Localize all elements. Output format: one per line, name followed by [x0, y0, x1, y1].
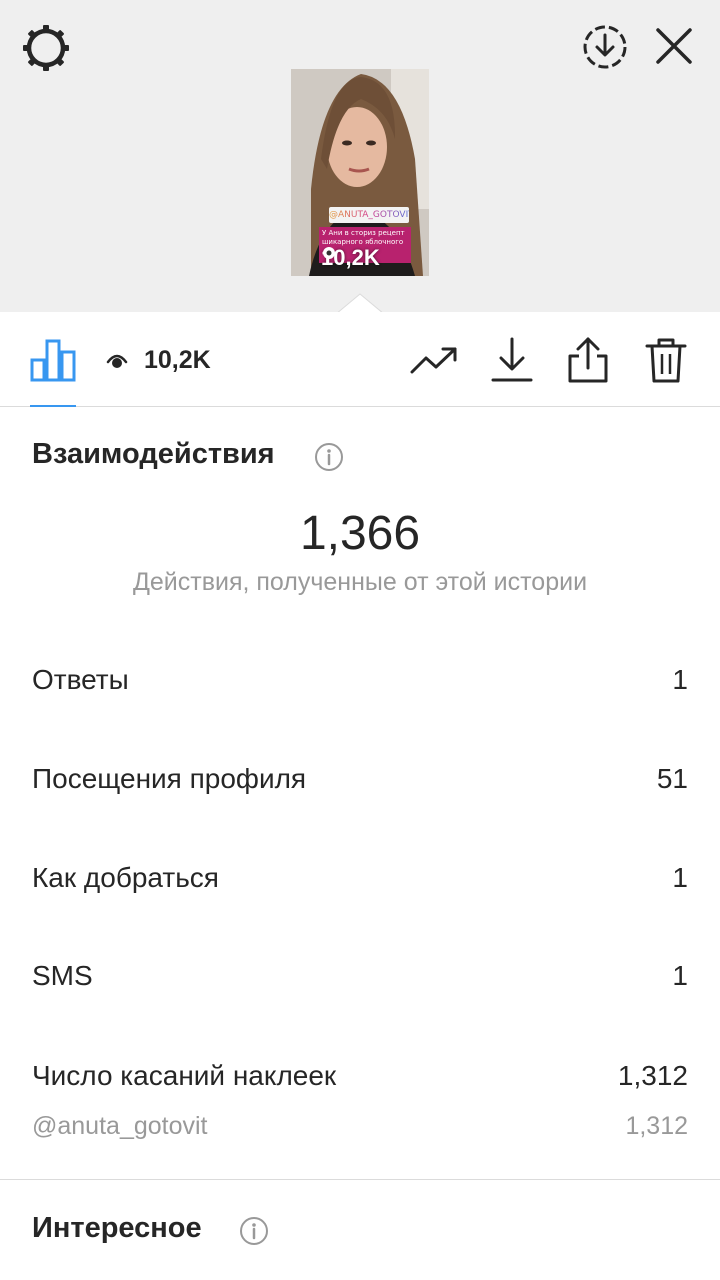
- info-icon: [315, 443, 343, 471]
- delete-button[interactable]: [640, 334, 692, 386]
- tab-insights[interactable]: [30, 338, 76, 382]
- eye-icon: [323, 247, 335, 259]
- metric-subrow-mention: @anuta_gotovit 1,312: [32, 1112, 688, 1141]
- discovery-title: Интересное: [32, 1212, 202, 1244]
- interactions-info-button[interactable]: [314, 442, 344, 472]
- metric-sub-value: 1,312: [625, 1112, 688, 1140]
- metric-value: 1: [672, 960, 688, 991]
- share-button[interactable]: [562, 334, 614, 386]
- metric-value: 1: [672, 862, 688, 893]
- story-thumbnail[interactable]: @ANUTA_GOTOVIT У Ани в сториз рецепт шик…: [291, 69, 429, 276]
- metric-row-profile-visits: Посещения профиля 51: [32, 763, 688, 795]
- metric-label: SMS: [32, 960, 93, 991]
- eye-icon: [106, 354, 128, 368]
- close-button[interactable]: [648, 20, 700, 72]
- trash-icon: [645, 338, 687, 383]
- download-icon: [491, 337, 533, 382]
- gear-icon: [23, 25, 69, 71]
- metric-row-sms: SMS 1: [32, 960, 688, 992]
- settings-button[interactable]: [18, 20, 74, 76]
- metric-label: Как добраться: [32, 862, 219, 893]
- metric-value: 1,312: [617, 1060, 688, 1091]
- trending-icon: [410, 347, 457, 374]
- metric-value: 51: [656, 763, 688, 794]
- metric-row-directions: Как добраться 1: [32, 862, 688, 894]
- share-icon: [568, 337, 608, 383]
- promote-button[interactable]: [408, 334, 460, 386]
- mention-sticker: @ANUTA_GOTOVIT: [329, 207, 414, 223]
- info-icon: [240, 1217, 268, 1245]
- metric-sub-label: @anuta_gotovit: [32, 1112, 208, 1140]
- active-tab-indicator: [30, 405, 76, 407]
- close-icon: [656, 28, 692, 64]
- download-button[interactable]: [486, 334, 538, 386]
- metric-label: Число касаний наклеек: [32, 1060, 337, 1091]
- bar-chart-icon: [30, 339, 76, 382]
- story-preview-area: @ANUTA_GOTOVIT У Ани в сториз рецепт шик…: [0, 0, 720, 312]
- discovery-info-button[interactable]: [239, 1216, 269, 1246]
- interactions-total-label: Действия, полученные от этой истории: [132, 568, 588, 596]
- metric-row-sticker-taps: Число касаний наклеек 1,312: [32, 1060, 688, 1092]
- views-count: 10,2K: [144, 346, 211, 374]
- story-views-overlay: 10,2K: [321, 245, 380, 271]
- metric-label: Ответы: [32, 664, 129, 695]
- views-summary: 10,2K: [106, 346, 211, 375]
- interactions-title: Взаимодействия: [32, 438, 275, 470]
- section-divider: [0, 1179, 720, 1180]
- metric-label: Посещения профиля: [32, 763, 307, 794]
- metric-value: 1: [672, 664, 688, 695]
- interactions-total: 1,366: [299, 507, 421, 560]
- metric-row-replies: Ответы 1: [32, 664, 688, 696]
- save-circle-icon: [583, 25, 627, 69]
- insights-toolbar: 10,2K: [0, 312, 720, 407]
- save-story-button[interactable]: [578, 20, 632, 74]
